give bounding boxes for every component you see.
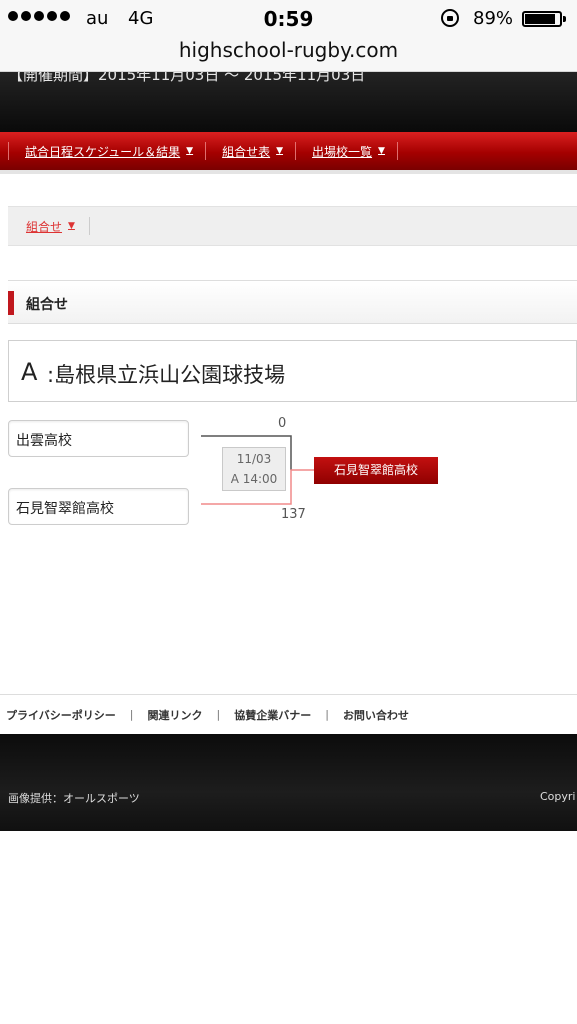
nav-item-schedule[interactable]: 試合日程スケジュール＆結果 ▼ [9, 143, 205, 160]
nav-item-bracket[interactable]: 組合せ表 ▼ [206, 143, 295, 160]
rotation-lock-icon [441, 9, 459, 27]
nav-divider [205, 142, 207, 160]
team-slot-2[interactable]: 石見智翠館高校 [8, 488, 189, 525]
subnav-divider [88, 217, 90, 235]
match-slot: A 14:00 [230, 472, 278, 486]
venue-letter: A [21, 358, 38, 386]
nav-underline [0, 170, 577, 174]
image-credit: 画像提供：オールスポーツ [8, 792, 140, 805]
caret-down-icon: ▼ [68, 221, 75, 231]
caret-down-icon: ▼ [378, 146, 385, 156]
footer-links: プライバシーポリシー | 関連リンク | 協賛企業バナー | お問い合わせ [0, 694, 577, 734]
caret-down-icon: ▼ [276, 146, 284, 156]
caret-down-icon: ▼ [186, 146, 194, 156]
site-footer: 画像提供：オールスポーツ Copyri [0, 734, 577, 831]
team2-score: 137 [281, 507, 306, 522]
match-info-box[interactable]: 11/03 A 14:00 [222, 447, 286, 491]
site-header: 【開催期間】2015年11月03日 ～ 2015年11月03日 [0, 72, 577, 132]
main-nav: 試合日程スケジュール＆結果 ▼ 組合せ表 ▼ 出場校一覧 ▼ [0, 132, 577, 170]
section-accent-bar [8, 291, 14, 315]
section-title: 組合せ [26, 297, 68, 313]
status-bar: au 4G 0:59 89% [0, 0, 577, 36]
sub-nav: 組合せ ▼ [8, 206, 577, 246]
team1-score: 0 [278, 416, 287, 431]
contact-link[interactable]: お問い合わせ [343, 707, 409, 723]
nav-divider [295, 142, 297, 160]
venue-name: :島根県立浜山公園球技場 [47, 363, 286, 387]
footer-divider: | [325, 708, 329, 721]
nav-item-label: 組合せ表 [222, 144, 271, 159]
battery-cap [563, 16, 566, 22]
battery-icon [522, 11, 562, 27]
winner-box[interactable]: 石見智翠館高校 [314, 457, 438, 484]
section-heading: 組合せ [8, 280, 577, 324]
url-text[interactable]: highschool-rugby.com [0, 38, 577, 62]
footer-divider: | [129, 708, 134, 721]
sponsor-banner-link[interactable]: 協賛企業バナー [234, 707, 311, 723]
footer-divider: | [216, 708, 221, 721]
team-slot-1[interactable]: 出雲高校 [8, 420, 189, 457]
match-date: 11/03 [236, 452, 272, 466]
nav-item-label: 試合日程スケジュール＆結果 [25, 144, 181, 159]
battery-level-fill [525, 14, 555, 24]
venue-box: A :島根県立浜山公園球技場 [8, 340, 577, 402]
related-links-link[interactable]: 関連リンク [148, 707, 203, 723]
nav-item-label: 出場校一覧 [312, 144, 373, 159]
subnav-item-pairings[interactable]: 組合せ ▼ [8, 218, 75, 235]
event-period: 【開催期間】2015年11月03日 ～ 2015年11月03日 [8, 72, 366, 84]
nav-divider [8, 142, 9, 160]
nav-item-teams[interactable]: 出場校一覧 ▼ [296, 143, 397, 160]
nav-divider [396, 142, 398, 160]
battery-percentage: 89% [473, 8, 514, 29]
address-bar[interactable]: highschool-rugby.com [0, 36, 577, 72]
copyright-text: Copyri [540, 790, 576, 803]
team-name: 石見智翠館高校 [16, 501, 114, 517]
privacy-policy-link[interactable]: プライバシーポリシー [6, 707, 116, 723]
subnav-item-label: 組合せ [26, 219, 63, 234]
team-name: 出雲高校 [16, 433, 72, 449]
